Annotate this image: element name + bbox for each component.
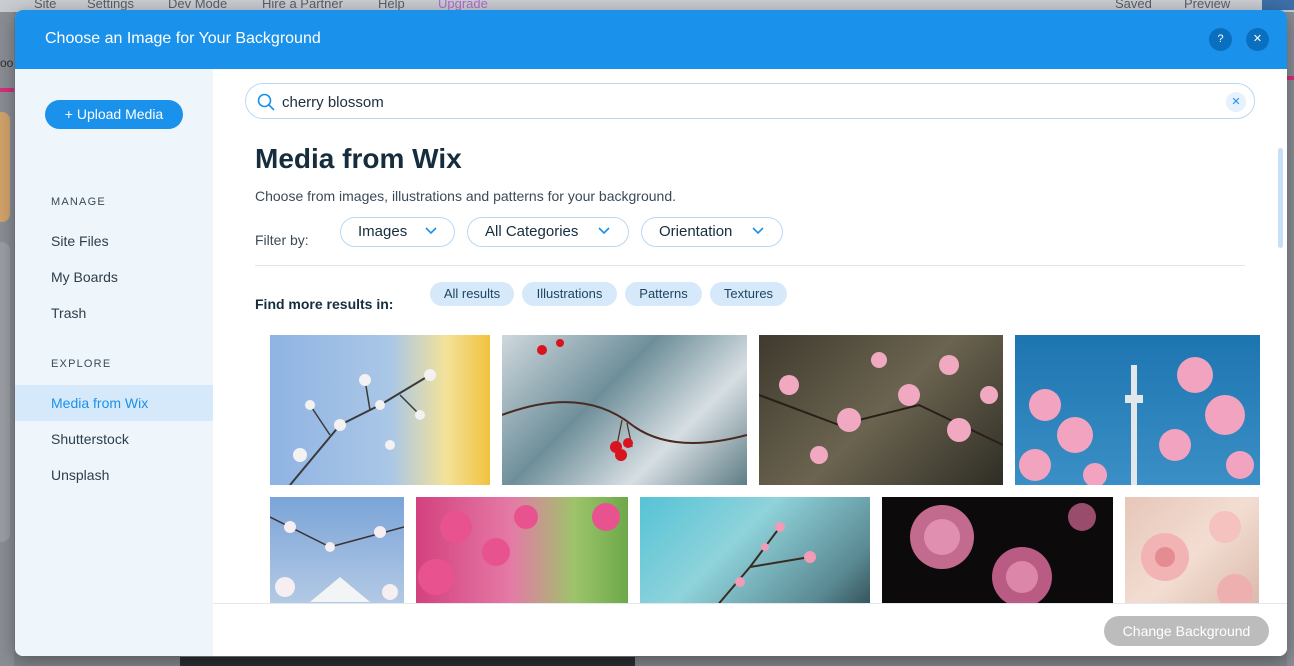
- clear-search-button[interactable]: ✕: [1226, 92, 1246, 112]
- sidebar-item-site-files[interactable]: Site Files: [15, 223, 213, 259]
- image-thumbnail[interactable]: [1015, 335, 1260, 485]
- soft-pink-blossom-image: [1141, 511, 1253, 610]
- filter-orientation-dropdown[interactable]: Orientation: [641, 217, 783, 247]
- image-thumbnail[interactable]: [270, 497, 404, 614]
- change-background-button[interactable]: Change Background: [1104, 616, 1269, 646]
- dialog-footer: Change Background: [213, 603, 1287, 656]
- red-berries-image: [502, 339, 747, 461]
- media-main-panel: ✕ Media from Wix Choose from images, ill…: [213, 69, 1287, 656]
- sidebar-item-shutterstock[interactable]: Shutterstock: [15, 421, 213, 457]
- dialog-header: Choose an Image for Your Background ? ✕: [15, 10, 1287, 69]
- filter-category-dropdown[interactable]: All Categories: [467, 217, 629, 247]
- sidebar-item-trash[interactable]: Trash: [15, 295, 213, 331]
- editor-pink-bar-right: [1287, 76, 1294, 80]
- upload-media-button[interactable]: + Upload Media: [45, 100, 183, 129]
- image-thumbnail[interactable]: [416, 497, 628, 614]
- editor-bottom-strip: [180, 657, 635, 666]
- pink-flowers-garden-image: [418, 503, 620, 595]
- editor-left-shape: [0, 112, 10, 222]
- dark-peonies-image: [910, 503, 1096, 607]
- sidebar-item-my-boards[interactable]: My Boards: [15, 259, 213, 295]
- pink-blossoms-image: [759, 352, 1003, 464]
- tower-and-blossoms-image: [1019, 357, 1254, 485]
- search-icon: [257, 93, 275, 111]
- editor-left-shape-2: [0, 242, 10, 542]
- image-thumbnail[interactable]: [502, 335, 747, 485]
- chevron-down-icon: [425, 227, 437, 235]
- filter-type-dropdown[interactable]: Images: [340, 217, 455, 247]
- filter-category-label: All Categories: [485, 223, 579, 240]
- close-button[interactable]: ✕: [1246, 28, 1269, 51]
- chevron-down-icon: [598, 227, 610, 235]
- chip-illustrations[interactable]: Illustrations: [522, 282, 617, 306]
- image-thumbnail[interactable]: [270, 335, 490, 485]
- filter-type-label: Images: [358, 223, 408, 240]
- editor-pink-bar: [0, 88, 14, 92]
- chip-all-results[interactable]: All results: [430, 282, 514, 306]
- more-results-label: Find more results in:: [255, 296, 394, 312]
- page-title: Media from Wix: [255, 143, 462, 174]
- divider: [255, 265, 1245, 266]
- cherry-blossom-branch-image: [289, 369, 436, 485]
- sidebar-item-media-from-wix[interactable]: Media from Wix: [15, 385, 213, 421]
- scrollbar[interactable]: [1278, 148, 1283, 248]
- mountain-blossoms-image: [270, 516, 404, 602]
- dialog-title: Choose an Image for Your Background: [45, 30, 321, 47]
- editor-left-panel: oo: [0, 12, 14, 666]
- editor-right-panel: [1287, 12, 1294, 666]
- filter-label: Filter by:: [255, 232, 309, 248]
- editor-publish-button[interactable]: [1262, 0, 1294, 10]
- image-thumbnail[interactable]: [640, 497, 870, 614]
- manage-section-title: MANAGE: [51, 196, 106, 208]
- image-thumbnail[interactable]: [759, 335, 1003, 485]
- background-image-dialog: Choose an Image for Your Background ? ✕ …: [15, 10, 1287, 656]
- image-thumbnail[interactable]: [882, 497, 1113, 614]
- search-box: ✕: [245, 83, 1255, 119]
- help-button[interactable]: ?: [1209, 28, 1232, 51]
- chip-textures[interactable]: Textures: [710, 282, 787, 306]
- teal-branch-image: [709, 522, 816, 614]
- media-sidebar: + Upload Media MANAGE Site Files My Boar…: [15, 69, 213, 656]
- sidebar-item-unsplash[interactable]: Unsplash: [15, 457, 213, 493]
- filter-orientation-label: Orientation: [659, 223, 733, 240]
- image-thumbnail[interactable]: [1125, 497, 1259, 614]
- chevron-down-icon: [752, 227, 764, 235]
- editor-left-fragment: oo: [0, 56, 14, 70]
- search-input[interactable]: [282, 92, 1212, 112]
- explore-section-title: EXPLORE: [51, 358, 112, 370]
- page-subtitle: Choose from images, illustrations and pa…: [255, 188, 676, 204]
- chip-patterns[interactable]: Patterns: [625, 282, 702, 306]
